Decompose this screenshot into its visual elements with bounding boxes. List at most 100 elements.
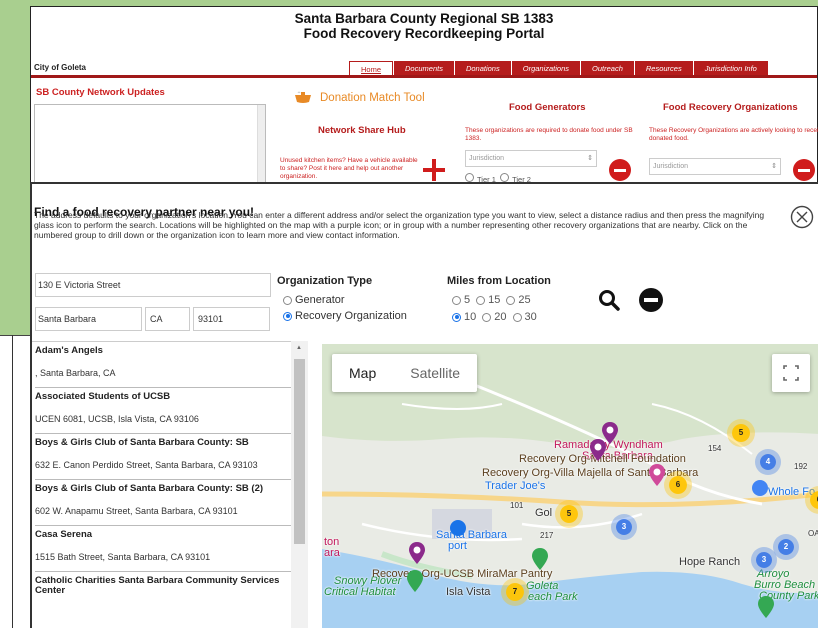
tab-outreach[interactable]: Outreach bbox=[581, 61, 634, 75]
street-input[interactable]: 130 E Victoria Street bbox=[35, 273, 271, 297]
tier2-radio[interactable] bbox=[500, 173, 510, 182]
miles-option-15[interactable]: 15 bbox=[476, 294, 500, 306]
map-label-sb-airport: Santa Barbara bbox=[436, 529, 507, 541]
results-scrollbar-thumb[interactable] bbox=[294, 359, 305, 544]
miles-title: Miles from Location bbox=[447, 275, 551, 287]
miles-label: 30 bbox=[524, 311, 537, 323]
food-generators-desc: These organizations are required to dona… bbox=[465, 127, 633, 142]
park-pin-icon bbox=[758, 596, 774, 618]
map-label-hope-ranch: Hope Ranch bbox=[679, 556, 741, 568]
portal-subtitle: Food Recovery Recordkeeping Portal bbox=[303, 26, 545, 41]
map-label-isla-vista: Isla Vista bbox=[446, 586, 491, 598]
updates-title: SB County Network Updates bbox=[36, 87, 165, 98]
result-name: Boys & Girls Club of Santa Barbara Count… bbox=[35, 483, 264, 494]
zip-input[interactable]: 93101 bbox=[193, 307, 270, 331]
map-label-whole-foods: Whole Fo bbox=[768, 486, 816, 498]
orgs-jurisdiction-select[interactable]: Jurisdiction ⇕ bbox=[649, 158, 781, 175]
result-name: Associated Students of UCSB bbox=[35, 391, 171, 402]
list-item[interactable]: Catholic Charities Santa Barbara Communi… bbox=[32, 572, 308, 596]
cluster-marker[interactable]: 5 bbox=[560, 505, 578, 523]
state-input[interactable]: CA bbox=[145, 307, 190, 331]
miles-radio[interactable] bbox=[506, 295, 516, 305]
result-name: Adam's Angels bbox=[35, 345, 103, 356]
miles-option-25[interactable]: 25 bbox=[506, 294, 531, 306]
scroll-up-arrow-icon[interactable]: ▲ bbox=[296, 345, 302, 351]
close-icon[interactable] bbox=[790, 205, 814, 229]
map-label-critical-habitat: Critical Habitat bbox=[324, 586, 396, 598]
plus-icon[interactable] bbox=[423, 159, 445, 181]
orgs-jurisdiction-placeholder: Jurisdiction bbox=[653, 163, 689, 170]
list-item[interactable]: Adam's Angels , Santa Barbara, CA bbox=[32, 342, 308, 388]
miles-radio[interactable] bbox=[452, 295, 461, 305]
tier1-radio[interactable] bbox=[465, 173, 474, 182]
list-item[interactable]: Boys & Girls Club of Santa Barbara Count… bbox=[32, 434, 308, 480]
clear-minus-icon[interactable] bbox=[639, 288, 663, 312]
org-type-recovery[interactable]: Recovery Organization bbox=[283, 310, 407, 322]
updates-box[interactable] bbox=[34, 104, 266, 184]
map-label-recovery-miramar[interactable]: Recovery Org-UCSB MiraMar Pantry bbox=[372, 568, 552, 580]
map-label-road-101: 101 bbox=[510, 501, 524, 510]
location-pin-icon[interactable] bbox=[409, 542, 425, 564]
updates-scrollbar[interactable] bbox=[257, 105, 265, 183]
tab-jurisdiction-info[interactable]: Jurisdiction Info bbox=[693, 61, 768, 75]
miles-option-20[interactable]: 20 bbox=[482, 311, 507, 323]
list-item[interactable]: Associated Students of UCSB UCEN 6081, U… bbox=[32, 388, 308, 434]
location-pin-icon[interactable] bbox=[590, 439, 606, 461]
miles-option-10[interactable]: 10 bbox=[452, 311, 476, 323]
park-pin-icon bbox=[532, 548, 548, 570]
miles-label: 25 bbox=[518, 294, 531, 306]
city-label: City of Goleta bbox=[34, 63, 87, 72]
generator-radio[interactable] bbox=[283, 295, 292, 305]
result-name: Casa Serena bbox=[35, 529, 93, 540]
find-partner-modal: Find a food recovery partner near you! T… bbox=[30, 182, 818, 628]
result-address: 602 W. Anapamu Street, Santa Barbara, CA… bbox=[35, 503, 305, 526]
map-tab-map[interactable]: Map bbox=[332, 354, 393, 392]
cluster-marker[interactable]: 2 bbox=[778, 539, 794, 555]
modal-description: The address defaults to your organizatio… bbox=[34, 210, 765, 240]
miles-label: 10 bbox=[464, 311, 477, 323]
recovery-org-radio[interactable] bbox=[283, 311, 292, 321]
generators-jurisdiction-select[interactable]: Jurisdiction ⇕ bbox=[465, 150, 597, 167]
tab-resources[interactable]: Resources bbox=[634, 61, 693, 75]
pot-icon bbox=[295, 91, 311, 103]
result-address: , Santa Barbara, CA bbox=[35, 365, 305, 388]
cluster-marker[interactable]: 7 bbox=[506, 583, 524, 601]
generator-label: Generator bbox=[295, 294, 345, 306]
remove-orgs-minus-icon[interactable] bbox=[793, 159, 815, 181]
miles-option-5[interactable]: 5 bbox=[452, 294, 470, 306]
miles-radio[interactable] bbox=[476, 295, 486, 305]
map-label-recovery-villa[interactable]: Recovery Org-Villa Majella of Santa Barb… bbox=[482, 467, 698, 479]
map-view[interactable]: Map Satellite Ramada by Wyndham Santa Ba… bbox=[322, 344, 818, 628]
airport-pin-icon bbox=[450, 520, 466, 536]
cluster-marker[interactable]: 3 bbox=[756, 552, 772, 568]
map-tab-satellite[interactable]: Satellite bbox=[393, 354, 477, 392]
tab-home[interactable]: Home bbox=[349, 61, 394, 75]
miles-option-30[interactable]: 30 bbox=[512, 311, 537, 323]
cluster-marker[interactable]: 3 bbox=[616, 519, 632, 535]
cluster-marker[interactable]: 6 bbox=[669, 476, 687, 494]
fullscreen-icon[interactable] bbox=[772, 354, 810, 392]
miles-label: 15 bbox=[488, 294, 501, 306]
location-pin-icon[interactable] bbox=[649, 464, 665, 486]
results-list[interactable]: Adam's Angels , Santa Barbara, CA Associ… bbox=[32, 341, 308, 628]
search-icon[interactable] bbox=[597, 288, 621, 312]
donation-match-tool-link[interactable]: Donation Match Tool bbox=[320, 92, 425, 104]
list-item[interactable]: Casa Serena 1515 Bath Street, Santa Barb… bbox=[32, 526, 308, 572]
miles-label: 5 bbox=[464, 294, 471, 306]
miles-radio[interactable] bbox=[482, 312, 492, 322]
result-address: UCEN 6081, UCSB, Isla Vista, CA 93106 bbox=[35, 411, 305, 434]
remove-generators-minus-icon[interactable] bbox=[609, 159, 631, 181]
cluster-marker[interactable]: 4 bbox=[760, 454, 776, 470]
map-label-road-217: 217 bbox=[540, 531, 554, 540]
city-input[interactable]: Santa Barbara bbox=[35, 307, 142, 331]
org-type-generator[interactable]: Generator bbox=[283, 294, 345, 306]
miles-radio[interactable] bbox=[512, 312, 522, 322]
list-item[interactable]: Boys & Girls Club of Santa Barbara Count… bbox=[32, 480, 308, 526]
map-label-goleta-beach-2: each Park bbox=[528, 591, 578, 603]
tab-organizations[interactable]: Organizations bbox=[511, 61, 581, 75]
map-label-road-154: 154 bbox=[708, 444, 722, 453]
cluster-marker[interactable]: 5 bbox=[732, 424, 750, 442]
tab-documents[interactable]: Documents bbox=[394, 61, 454, 75]
miles-radio[interactable] bbox=[452, 312, 461, 322]
tab-donations[interactable]: Donations bbox=[454, 61, 511, 75]
